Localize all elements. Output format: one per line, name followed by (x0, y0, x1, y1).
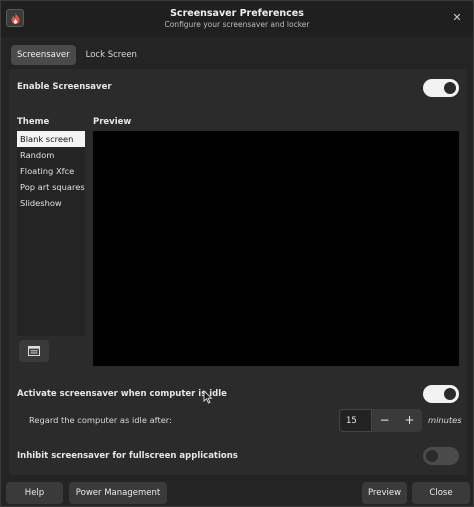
inhibit-fullscreen-toggle[interactable] (423, 447, 459, 465)
preview-heading: Preview (93, 117, 132, 127)
enable-screensaver-toggle[interactable] (423, 79, 459, 97)
inhibit-fullscreen-label: Inhibit screensaver for fullscreen appli… (17, 451, 238, 461)
idle-delay-label: Regard the computer as idle after: (29, 415, 172, 425)
close-icon[interactable]: ✕ (449, 10, 465, 26)
activate-when-idle-toggle[interactable] (423, 385, 459, 403)
titlebar: Screensaver Preferences Configure your s… (1, 1, 473, 37)
tab-lock-screen[interactable]: Lock Screen (80, 45, 143, 65)
toggle-knob (426, 450, 438, 462)
idle-delay-input[interactable]: 15 (339, 409, 372, 432)
theme-heading: Theme (17, 117, 50, 127)
configure-theme-button[interactable] (19, 340, 49, 362)
idle-delay-stepper: 15 − + (339, 409, 422, 432)
theme-item-random[interactable]: Random (17, 147, 85, 163)
theme-item-blank-screen[interactable]: Blank screen (17, 131, 85, 147)
close-button[interactable]: Close (412, 482, 470, 504)
mouse-pointer-icon (203, 390, 213, 404)
preview-button[interactable]: Preview (362, 482, 407, 504)
theme-item-slideshow[interactable]: Slideshow (17, 195, 85, 211)
toggle-knob (444, 388, 456, 400)
enable-screensaver-label: Enable Screensaver (17, 82, 112, 92)
preview-area (93, 131, 459, 366)
tab-screensaver[interactable]: Screensaver (11, 45, 76, 65)
theme-item-pop-art-squares[interactable]: Pop art squares (17, 179, 85, 195)
help-button[interactable]: Help (6, 482, 63, 504)
tab-bar: Screensaver Lock Screen (11, 45, 143, 65)
theme-list: Blank screen Random Floating Xfce Pop ar… (17, 131, 85, 336)
theme-item-floating-xfce[interactable]: Floating Xfce (17, 163, 85, 179)
increment-button[interactable]: + (397, 409, 422, 432)
window-subtitle: Configure your screensaver and locker (164, 20, 310, 29)
toggle-knob (444, 82, 456, 94)
activate-when-idle-label: Activate screensaver when computer is id… (17, 389, 227, 399)
configure-icon (28, 346, 40, 356)
screensaver-preferences-window: Screensaver Preferences Configure your s… (0, 0, 474, 507)
decrement-button[interactable]: − (372, 409, 397, 432)
power-management-button[interactable]: Power Management (69, 482, 167, 504)
minutes-unit-label: minutes (428, 415, 462, 425)
window-title: Screensaver Preferences (170, 8, 304, 19)
